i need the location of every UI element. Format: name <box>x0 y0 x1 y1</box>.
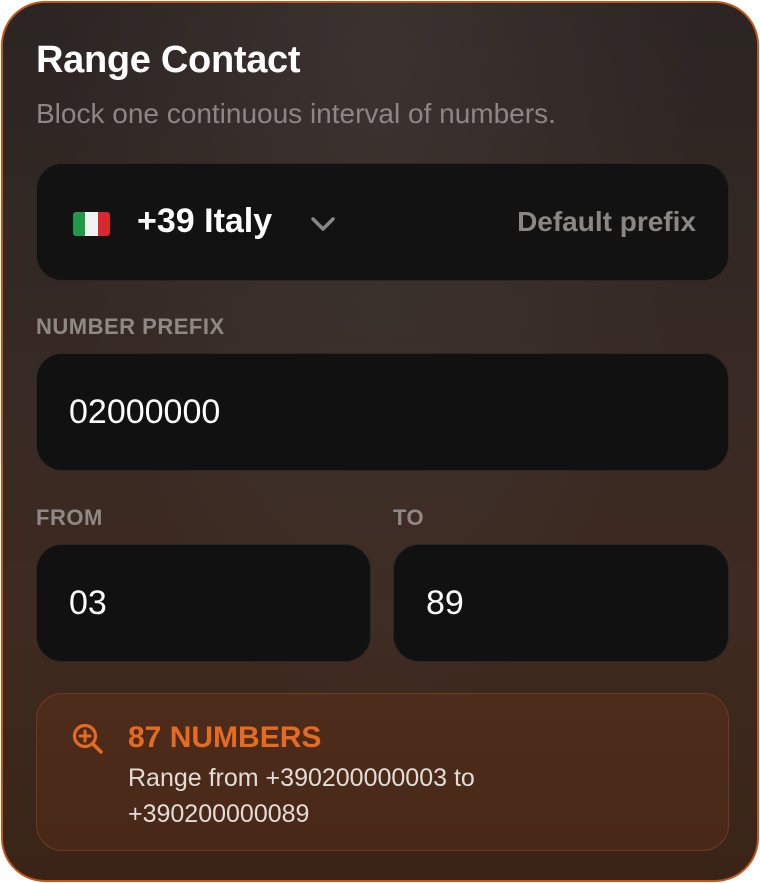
page-title: Range Contact <box>36 39 301 81</box>
from-label: FROM <box>36 505 103 530</box>
number-prefix-label: NUMBER PREFIX <box>36 314 225 339</box>
range-count: 87 NUMBERS <box>128 721 322 754</box>
italy-flag-icon <box>73 212 110 236</box>
to-field[interactable] <box>393 544 729 662</box>
range-summary: 87 NUMBERS Range from +390200000003 to +… <box>36 693 729 851</box>
range-description: Range from +390200000003 to +39020000008… <box>128 764 475 828</box>
range-contact-card: Range Contact Block one continuous inter… <box>1 1 759 882</box>
page-subtitle: Block one continuous interval of numbers… <box>36 98 556 129</box>
number-prefix-input[interactable] <box>69 354 700 470</box>
to-input[interactable] <box>426 545 700 661</box>
to-label: TO <box>393 505 425 530</box>
zoom-in-icon <box>72 723 103 754</box>
country-label: +39 Italy <box>137 202 273 240</box>
from-field[interactable] <box>36 544 371 662</box>
from-input[interactable] <box>69 545 342 661</box>
country-selector[interactable]: +39 Italy Default prefix <box>36 163 729 281</box>
default-prefix-label: Default prefix <box>517 206 696 237</box>
chevron-down-icon <box>311 217 335 231</box>
number-prefix-field[interactable] <box>36 353 729 471</box>
